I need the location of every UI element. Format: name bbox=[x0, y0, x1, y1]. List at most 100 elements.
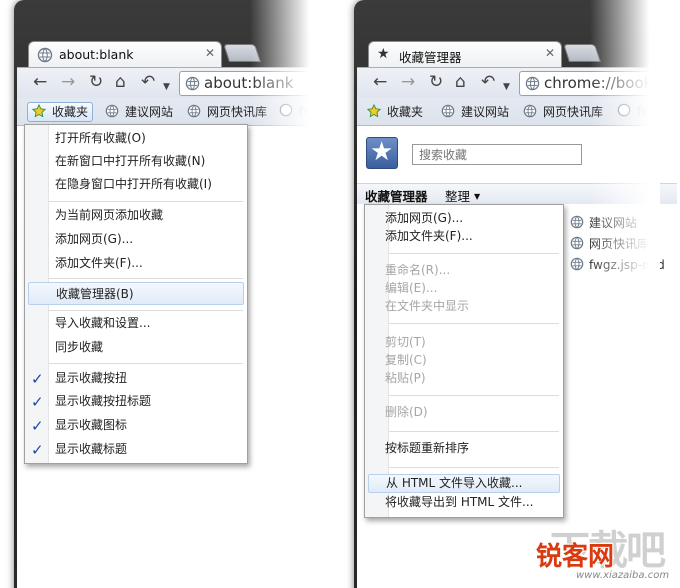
menu-item-rename: 重命名(R)... bbox=[385, 263, 451, 277]
menu-item-show-button-title[interactable]: ✓ 显示收藏按扭标题 bbox=[25, 390, 247, 412]
bookmark-label: fwgz bbox=[637, 104, 660, 118]
address-text: about:blank bbox=[204, 74, 294, 92]
bookmark-label: 收藏夹 bbox=[387, 105, 424, 119]
menu-item-show-icons[interactable]: ✓ 显示收藏图标 bbox=[25, 414, 247, 436]
bookmark-label: 建议网站 bbox=[461, 105, 510, 119]
menu-item-bookmark-page[interactable]: 为当前网页添加收藏 bbox=[25, 204, 247, 226]
menu-item-show-titles[interactable]: ✓ 显示收藏标题 bbox=[25, 438, 247, 460]
menu-item-open-all-new-window[interactable]: 在新窗口中打开所有收藏(N) bbox=[25, 150, 247, 172]
watermark-url: www.xiazaiba.com bbox=[576, 570, 670, 581]
new-tab-button[interactable] bbox=[563, 44, 601, 62]
forward-icon[interactable]: → bbox=[61, 72, 75, 92]
toolbar: ← → ↻ ⌂ ↶ ▼ chrome://bookm bbox=[357, 67, 660, 98]
menu-separator bbox=[389, 323, 559, 324]
tab-title: 收藏管理器 bbox=[399, 50, 462, 65]
tree-item-web-slice[interactable]: 网页快讯库 bbox=[570, 235, 649, 252]
forward-icon[interactable]: → bbox=[401, 72, 415, 92]
menu-item-import-html[interactable]: 从 HTML 文件导入收藏... bbox=[368, 474, 560, 493]
bookmark-fwgz[interactable]: fwgz bbox=[617, 103, 660, 121]
home-icon[interactable]: ⌂ bbox=[115, 72, 126, 92]
bookmarks-folder-button[interactable]: 收藏夹 bbox=[27, 102, 94, 122]
menu-item-open-all[interactable]: 打开所有收藏(O) bbox=[25, 127, 247, 149]
new-tab-button[interactable] bbox=[223, 44, 261, 62]
menu-item-show-button[interactable]: ✓ 显示收藏按扭 bbox=[25, 367, 247, 389]
tab-about-blank[interactable]: about:blank ✕ bbox=[28, 41, 222, 68]
close-tab-icon[interactable]: ✕ bbox=[205, 46, 215, 60]
toolbar: ← → ↻ ⌂ ↶ ▼ about:blank bbox=[17, 67, 320, 98]
bookmarks-bar: 收藏夹 建议网站 网页快讯库 fwgz bbox=[357, 98, 660, 126]
tab-title: about:blank bbox=[59, 47, 134, 62]
menu-item-sync[interactable]: 同步收藏 bbox=[25, 336, 247, 358]
bookmark-web-slice[interactable]: 网页快讯库 bbox=[523, 103, 603, 121]
chevron-down-icon: ▼ bbox=[474, 192, 481, 201]
address-text: chrome://bookm bbox=[544, 74, 660, 92]
address-bar[interactable]: about:blank bbox=[179, 71, 320, 96]
organize-menu: 添加网页(G)... 添加文件夹(F)... 重命名(R)... 编辑(E)..… bbox=[364, 204, 564, 518]
menu-item-add-page[interactable]: 添加网页(G)... bbox=[365, 209, 563, 228]
menu-item-add-folder[interactable]: 添加文件夹(F)... bbox=[365, 227, 563, 246]
globe-icon bbox=[525, 76, 540, 91]
bookmark-suggested-sites[interactable]: 建议网站 bbox=[441, 103, 509, 121]
menu-item-delete: 删除(D) bbox=[385, 405, 428, 419]
bookmarks-menu: 打开所有收藏(O) 在新窗口中打开所有收藏(N) 在隐身窗口中打开所有收藏(I)… bbox=[24, 124, 248, 464]
bookmarks-folder-button[interactable]: 收藏夹 bbox=[367, 103, 423, 121]
search-bookmarks-box[interactable] bbox=[412, 144, 582, 165]
tree-item-fwgz[interactable]: fwgz.jsp-mid bbox=[570, 257, 665, 272]
menu-item-add-page[interactable]: 添加网页(G)... bbox=[25, 228, 247, 250]
menu-item-paste: 粘贴(P) bbox=[385, 371, 426, 385]
menu-item-edit: 编辑(E)... bbox=[385, 281, 438, 295]
bookmark-label: 收藏夹 bbox=[52, 105, 89, 119]
close-tab-icon[interactable]: ✕ bbox=[545, 46, 555, 60]
bookmark-suggested-sites[interactable]: 建议网站 bbox=[105, 103, 173, 121]
bookmark-fwgz[interactable]: fwgz bbox=[279, 103, 320, 121]
checkmark-icon: ✓ bbox=[31, 370, 44, 388]
menu-item-open-all-incognito[interactable]: 在隐身窗口中打开所有收藏(I) bbox=[25, 173, 247, 195]
search-input[interactable] bbox=[413, 145, 581, 164]
reload-icon[interactable]: ↻ bbox=[429, 72, 443, 92]
menu-separator bbox=[49, 363, 243, 364]
menu-item-export-html[interactable]: 将收藏导出到 HTML 文件... bbox=[365, 493, 563, 512]
address-bar[interactable]: chrome://bookm bbox=[519, 71, 660, 96]
menu-item-cut: 剪切(T) bbox=[385, 335, 426, 349]
chevron-down-icon[interactable]: ▼ bbox=[503, 77, 510, 97]
organize-menu-button[interactable]: 整理 ▼ bbox=[445, 186, 480, 205]
menu-separator bbox=[49, 201, 243, 202]
chevron-down-icon[interactable]: ▼ bbox=[163, 77, 170, 97]
globe-icon bbox=[185, 76, 200, 91]
bookmark-label: fwgz bbox=[299, 104, 320, 118]
menu-separator bbox=[389, 395, 559, 396]
globe-icon bbox=[37, 47, 53, 63]
bookmark-web-slice[interactable]: 网页快讯库 bbox=[187, 103, 267, 121]
menu-separator bbox=[389, 253, 559, 254]
watermark-brand: 锐客网 bbox=[536, 542, 615, 572]
star-icon bbox=[367, 104, 381, 118]
undo-icon[interactable]: ↶ bbox=[141, 72, 155, 92]
home-icon[interactable]: ⌂ bbox=[455, 72, 466, 92]
manager-toolbar: 收藏管理器 整理 ▼ bbox=[357, 183, 677, 204]
globe-icon bbox=[570, 257, 584, 271]
globe-icon bbox=[617, 103, 631, 117]
globe-icon bbox=[441, 104, 455, 118]
menu-item-bookmark-manager[interactable]: 收藏管理器(B) bbox=[28, 282, 244, 305]
star-icon: ★ bbox=[370, 137, 394, 167]
undo-icon[interactable]: ↶ bbox=[481, 72, 495, 92]
tree-label: 网页快讯库 bbox=[589, 237, 650, 251]
reload-icon[interactable]: ↻ bbox=[89, 72, 103, 92]
menu-separator bbox=[389, 431, 559, 432]
menu-item-copy: 复制(C) bbox=[385, 353, 427, 367]
back-icon[interactable]: ← bbox=[373, 72, 387, 92]
bookmark-manager-logo: ★ bbox=[366, 137, 398, 169]
globe-icon bbox=[105, 104, 119, 118]
menu-item-import[interactable]: 导入收藏和设置... bbox=[25, 312, 247, 334]
globe-icon bbox=[279, 103, 293, 117]
tree-item-suggested-sites[interactable]: 建议网站 bbox=[570, 214, 637, 231]
checkmark-icon: ✓ bbox=[31, 393, 44, 411]
menu-item-add-folder[interactable]: 添加文件夹(F)... bbox=[25, 252, 247, 274]
back-icon[interactable]: ← bbox=[33, 72, 47, 92]
bookmark-label: 网页快讯库 bbox=[207, 105, 268, 119]
manager-title: 收藏管理器 bbox=[365, 189, 428, 204]
menu-item-sort-by-title[interactable]: 按标题重新排序 bbox=[365, 439, 563, 458]
menu-separator bbox=[49, 310, 243, 311]
tab-bookmark-manager[interactable]: ★ 收藏管理器 ✕ bbox=[368, 41, 562, 68]
bookmarks-bar: 收藏夹 建议网站 网页快讯库 fwgz bbox=[17, 98, 320, 126]
